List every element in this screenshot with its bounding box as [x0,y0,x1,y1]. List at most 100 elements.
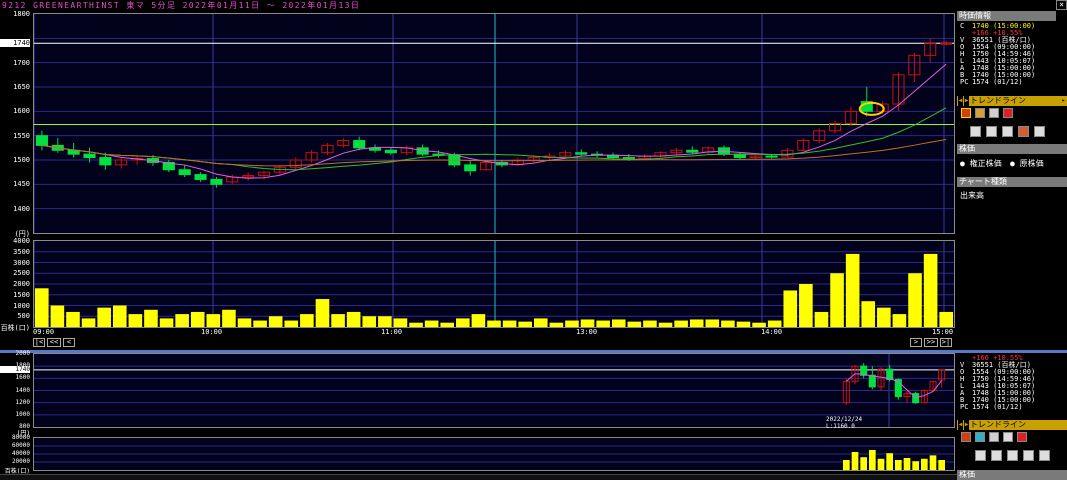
volume-bar [752,322,766,327]
candle-down [575,152,588,155]
mini-channel-tool-icon[interactable] [989,432,999,442]
mini-copy-tool-icon[interactable] [991,450,1002,461]
adjusted-price-radio[interactable]: ● 権正株価 [960,158,1002,169]
mini-volume-bar [851,452,859,470]
volume-bar [892,314,907,327]
time-axis-label: 13:00 [576,328,598,336]
volume-bar [767,320,782,327]
trend-right-icon[interactable]: ▶ [964,96,969,106]
mini-fib-tool-icon[interactable] [1003,432,1013,442]
volume-axis-unit: 百株(口) [0,324,30,332]
volume-bar [128,314,143,327]
nav-last-button[interactable]: >| [940,338,952,347]
candle-down [384,149,397,154]
delete-line-icon[interactable] [1003,108,1013,118]
volume-bar [877,307,891,327]
trend-menu-icon[interactable]: ▸ [1060,96,1067,106]
nav-prev-page-button[interactable]: << [47,338,61,347]
volume-bar [159,318,174,327]
mini-date-annotation: 2022/12/24 [826,416,863,423]
mini-price-chart[interactable] [33,353,955,428]
nav-next-page-button[interactable]: >> [924,338,938,347]
quote-row: C 1740 (15:00:00) [960,23,1035,30]
volume-bar [190,311,205,327]
mini-settings-tool-icon[interactable] [1039,450,1050,461]
candle-down [194,174,207,180]
volume-axis-label: 4000 [13,237,30,245]
volume-bar [144,309,158,327]
mini-axis-label: 1200 [15,398,30,406]
candle-down [353,140,366,149]
mini-draw-line-icon[interactable] [961,432,971,442]
hline-tool-icon[interactable] [975,108,985,118]
mini-axis-label: 1600 [15,374,30,382]
time-axis-label: 09:00 [33,328,55,336]
volume-bar [845,253,860,327]
chart-kind-value[interactable]: 出来高 [960,190,984,201]
volume-bar [66,311,80,327]
mini-trendline-label: トレンドライン [970,420,1026,429]
mini-candle-down [868,374,876,388]
volume-bar [440,322,455,327]
volume-bar [689,319,704,327]
volume-bar [393,318,408,327]
raw-price-radio[interactable]: ● 原株価 [1010,158,1044,169]
volume-bar [549,322,564,327]
raw-price-label: 原株価 [1019,159,1044,168]
cursor-tool-icon[interactable] [970,126,981,137]
nav-next-button[interactable]: > [910,338,922,347]
mini-volume-chart[interactable] [33,437,955,471]
volume-bar [456,318,470,327]
volume-bar [346,311,361,327]
settings-tool-icon[interactable] [1034,126,1045,137]
price-chart[interactable] [33,13,955,234]
mini-price-chart-svg [34,354,954,427]
trend-left-icon[interactable]: ◀ [958,96,963,106]
price-axis-label: 1800 [13,10,30,18]
print-tool-icon[interactable] [1018,126,1029,137]
mini-delete-line-icon[interactable] [1017,432,1027,442]
price-axis-label: 1400 [13,204,30,213]
volume-axis-label: 1500 [13,290,30,299]
volume-bar [596,320,610,327]
volume-chart[interactable] [33,240,955,328]
save-tool-icon[interactable] [1002,126,1013,137]
volume-axis-label: 3500 [13,247,30,256]
channel-tool-icon[interactable] [989,108,999,118]
trendline-bar[interactable]: ◀ ▶ トレンドライン ▸ [957,96,1067,106]
quote-row: PC 1574 (01/12) [960,404,1023,411]
volume-bar [814,311,829,327]
volume-bar [112,305,127,327]
mini-trend-left-icon[interactable]: ◀ [958,420,963,430]
mini-axis-label: 2000 [15,350,30,357]
volume-bar [409,322,423,327]
volume-bar [502,320,517,327]
nav-prev-button[interactable]: < [63,338,75,347]
time-axis-label: 14:00 [761,328,783,336]
price-axis-label: 1650 [13,83,30,91]
mini-volume-bar [895,460,902,470]
volume-bar [424,320,439,327]
mini-volume-bar [912,461,919,470]
mini-cursor-tool-icon[interactable] [975,450,986,461]
mini-print-tool-icon[interactable] [1023,450,1034,461]
copy-tool-icon[interactable] [986,126,997,137]
volume-bar [175,314,189,327]
bottom-tab-strip[interactable] [0,474,957,480]
mini-axis-label: 1400 [15,386,30,394]
candle-down [178,169,191,176]
mini-hline-tool-icon[interactable] [975,432,985,442]
mini-volume-chart-svg [34,445,954,470]
nav-first-button[interactable]: |< [33,338,45,347]
price-axis-label: 1550 [13,131,30,140]
volume-bar [705,319,720,327]
draw-line-icon[interactable] [961,108,971,118]
quote-value: 1574 (01/12) [972,78,1023,86]
mini-save-tool-icon[interactable] [1007,450,1018,461]
mini-trend-right-icon[interactable]: ▶ [964,420,969,430]
volume-bar [580,319,595,327]
mini-trendline-bar[interactable]: ◀ ▶ トレンドライン [957,420,1067,430]
volume-bar [284,320,299,327]
close-icon[interactable]: × [1056,0,1067,10]
candle-down [686,149,699,153]
